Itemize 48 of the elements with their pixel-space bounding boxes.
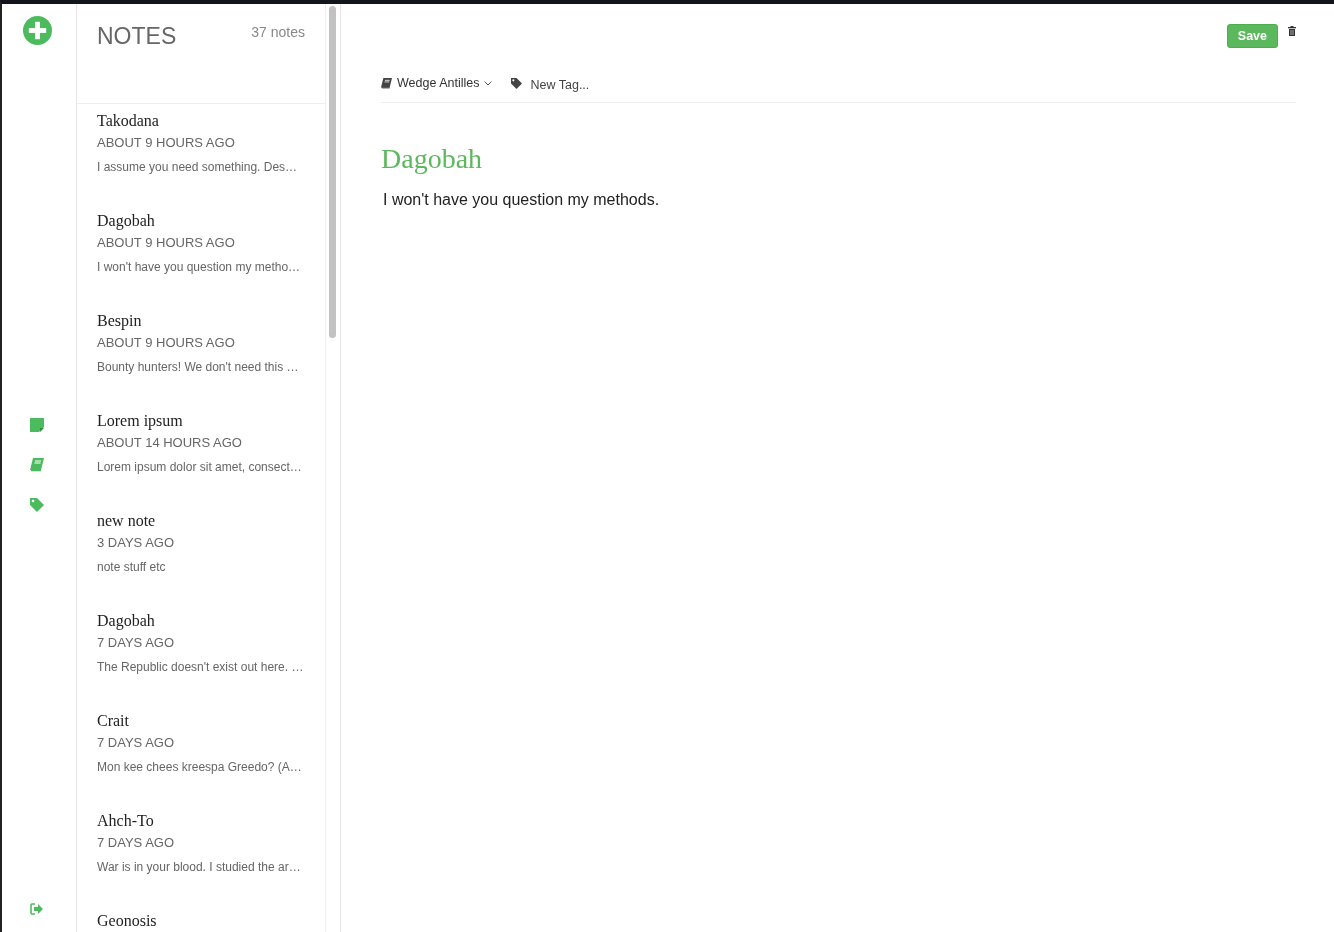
note-preview: Bounty hunters! We don't need this …	[97, 360, 299, 374]
add-note-icon[interactable]	[22, 16, 52, 45]
note-list-item[interactable]: Bespin ABOUT 9 HOURS AGO Bounty hunters! We don't need this …	[77, 304, 325, 404]
note-list-item[interactable]: Crait 7 DAYS AGO Mon kee chees kreespa Greedo? (A…	[77, 704, 325, 804]
scrollbar-thumb[interactable]	[329, 6, 336, 338]
note-time: 7 DAYS AGO	[97, 635, 176, 650]
note-title: Ahch-To	[97, 812, 155, 830]
note-list-item[interactable]: Ahch-To 7 DAYS AGO War is in your blood. I studied the ar…	[77, 804, 325, 904]
note-title: Crait	[97, 712, 130, 730]
note-preview: War is in your blood. I studied the ar…	[97, 860, 301, 874]
notes-heading: NOTES	[97, 23, 177, 50]
note-time: 7 DAYS AGO	[97, 835, 176, 850]
note-list-item[interactable]: Geonosis	[77, 904, 325, 932]
note-time: ABOUT 14 HOURS AGO	[97, 435, 243, 450]
notes-count: 37 notes	[251, 24, 305, 40]
note-title: Takodana	[97, 112, 160, 130]
note-preview: note stuff etc	[97, 560, 166, 574]
note-preview: The Republic doesn't exist out here. …	[97, 660, 304, 674]
note-list-item[interactable]: Dagobah 7 DAYS AGO The Republic doesn't exist out here. …	[77, 604, 325, 704]
trash-icon[interactable]	[1288, 26, 1296, 36]
note-preview: I won't have you question my metho…	[97, 260, 301, 274]
tag-icon[interactable]	[30, 498, 44, 512]
note-icon[interactable]	[30, 418, 44, 432]
note-title: new note	[97, 512, 157, 530]
tag-icon	[511, 77, 523, 89]
note-list-item[interactable]: Lorem ipsum ABOUT 14 HOURS AGO Lorem ipsum dolor sit amet, consect…	[77, 404, 325, 504]
book-icon	[381, 77, 392, 89]
note-title: Dagobah	[97, 212, 156, 230]
notebook-dropdown[interactable]: Wedge Antilles	[381, 76, 493, 90]
note-preview: Mon kee chees kreespa Greedo? (A…	[97, 760, 302, 774]
book-icon[interactable]	[30, 458, 44, 472]
note-time: ABOUT 9 HOURS AGO	[97, 135, 236, 150]
note-list-item[interactable]: Takodana ABOUT 9 HOURS AGO I assume you need something. Des…	[77, 104, 325, 204]
note-time: 7 DAYS AGO	[97, 735, 176, 750]
note-list-item[interactable]: new note 3 DAYS AGO note stuff etc	[77, 504, 325, 604]
note-title: Bespin	[97, 312, 143, 330]
note-preview: I assume you need something. Des…	[97, 160, 298, 174]
note-time: 3 DAYS AGO	[97, 535, 176, 550]
note-title: Lorem ipsum	[97, 412, 184, 430]
note-title: Dagobah	[97, 612, 156, 630]
note-body[interactable]: I won't have you question my methods.	[383, 191, 1296, 209]
note-preview: Lorem ipsum dolor sit amet, consect…	[97, 460, 302, 474]
note-list-item[interactable]: Dagobah ABOUT 9 HOURS AGO I won't have you question my metho…	[77, 204, 325, 304]
caret-icon	[484, 80, 493, 86]
note-title: Geonosis	[97, 912, 158, 930]
note-time: ABOUT 9 HOURS AGO	[97, 335, 236, 350]
logout-icon[interactable]	[30, 903, 44, 915]
note-time: ABOUT 9 HOURS AGO	[97, 235, 236, 250]
